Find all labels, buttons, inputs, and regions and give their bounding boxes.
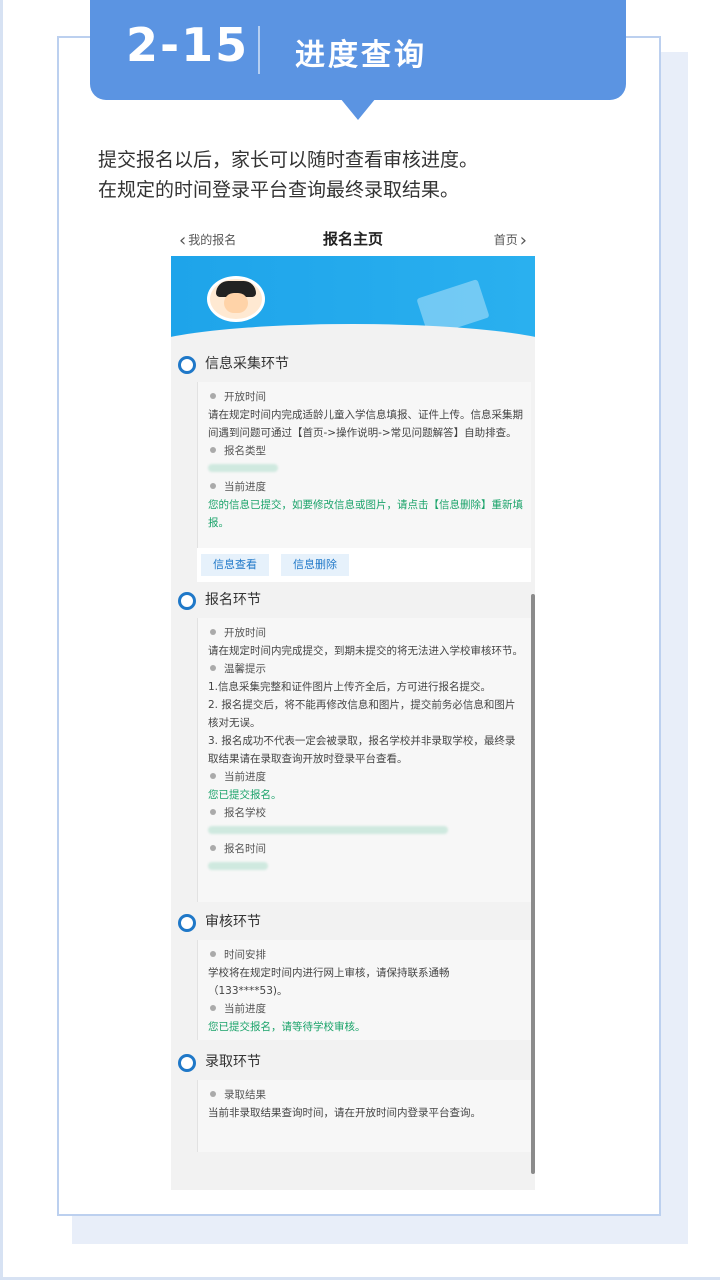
- item-text: 当前非录取结果查询时间，请在开放时间内登录平台查询。: [208, 1107, 481, 1119]
- item-label: 报名时间: [208, 840, 525, 858]
- home-button[interactable]: 首页 ›: [493, 228, 527, 251]
- item-label: 报名类型: [208, 442, 525, 460]
- section-title: 信息采集环节: [205, 356, 289, 372]
- timeline-ring-icon: [178, 356, 196, 374]
- item-text: 请在规定时间内完成适龄儿童入学信息填报、证件上传。信息采集期间遇到问题可通过【首…: [208, 409, 523, 439]
- item-status: 您的信息已提交，如要修改信息或图片，请点击【信息删除】重新填报。: [208, 499, 523, 529]
- tip-line-1: 1.信息采集完整和证件图片上传齐全后，方可进行报名提交。: [208, 681, 492, 693]
- home-label: 首页: [493, 233, 518, 247]
- item-label: 温馨提示: [208, 660, 525, 678]
- item-label: 开放时间: [208, 624, 525, 642]
- banner-curve: [171, 324, 535, 338]
- intro-line-1: 提交报名以后，家长可以随时查看审核进度。: [98, 149, 479, 171]
- item-status: 您已提交报名，请等待学校审核。: [208, 1021, 366, 1033]
- page-left-border: [0, 0, 3, 1280]
- header-divider: [258, 26, 260, 74]
- item-label: 时间安排: [208, 946, 525, 964]
- profile-banner: [171, 256, 535, 338]
- item-redacted: [208, 460, 525, 478]
- item-label: 报名学校: [208, 804, 525, 822]
- section-header: 审核环节: [171, 906, 535, 936]
- item-label: 当前进度: [208, 1000, 525, 1018]
- item-status: 您已提交报名。: [208, 789, 282, 801]
- section-body: 录取结果 当前非录取结果查询时间，请在开放时间内登录平台查询。: [197, 1080, 531, 1152]
- timeline-ring-icon: [178, 914, 196, 932]
- section-title: 录取环节: [205, 1054, 261, 1070]
- section-header: 录取环节: [171, 1046, 535, 1076]
- header-pointer: [340, 98, 376, 120]
- avatar: [207, 276, 265, 322]
- phone-screenshot: ‹ 我的报名 报名主页 首页 › 信息采集环节 开放时间 请在规定时间内完成适龄儿童…: [171, 218, 535, 1190]
- section-body: 时间安排 学校将在规定时间内进行网上审核，请保持联系通畅（133****53)。…: [197, 940, 531, 1040]
- item-redacted: [208, 858, 525, 876]
- section-title: 报名环节: [205, 592, 261, 608]
- section-title: 审核环节: [205, 914, 261, 930]
- section-body: 开放时间 请在规定时间内完成提交，到期未提交的将无法进入学校审核环节。 温馨提示…: [197, 618, 531, 902]
- item-redacted: [208, 822, 525, 840]
- chevron-right-icon: ›: [519, 230, 527, 251]
- item-label: 开放时间: [208, 388, 525, 406]
- section-header: 信息采集环节: [171, 348, 535, 378]
- screen-title: 报名主页: [322, 230, 383, 248]
- item-text: 请在规定时间内完成提交，到期未提交的将无法进入学校审核环节。: [208, 645, 523, 657]
- step-number: 2-15: [126, 18, 250, 72]
- intro-text: 提交报名以后，家长可以随时查看审核进度。 在规定的时间登录平台查询最终录取结果。: [98, 145, 478, 205]
- action-row: 信息查看 信息删除: [197, 548, 531, 582]
- list-end-spacer: [171, 1153, 535, 1190]
- item-label: 当前进度: [208, 768, 525, 786]
- info-view-button[interactable]: 信息查看: [201, 554, 269, 576]
- app-topbar: ‹ 我的报名 报名主页 首页 ›: [171, 218, 535, 256]
- info-delete-button[interactable]: 信息删除: [281, 554, 349, 576]
- intro-line-2: 在规定的时间登录平台查询最终录取结果。: [98, 179, 460, 201]
- section-header: 报名环节: [171, 584, 535, 614]
- tip-line-2: 2. 报名提交后，将不能再修改信息和图片，提交前务必信息和图片核对无误。: [208, 699, 516, 729]
- timeline-ring-icon: [178, 1054, 196, 1072]
- step-title: 进度查询: [295, 38, 427, 73]
- tip-line-3: 3. 报名成功不代表一定会被录取，报名学校并非录取学校，最终录取结果请在录取查询…: [208, 735, 516, 765]
- item-label: 录取结果: [208, 1086, 525, 1104]
- timeline-ring-icon: [178, 592, 196, 610]
- section-body: 开放时间 请在规定时间内完成适龄儿童入学信息填报、证件上传。信息采集期间遇到问题…: [197, 382, 531, 548]
- item-text: 学校将在规定时间内进行网上审核，请保持联系通畅（133****53)。: [208, 967, 450, 997]
- scrollbar[interactable]: [531, 594, 535, 1174]
- item-label: 当前进度: [208, 478, 525, 496]
- avatar-face: [224, 293, 248, 313]
